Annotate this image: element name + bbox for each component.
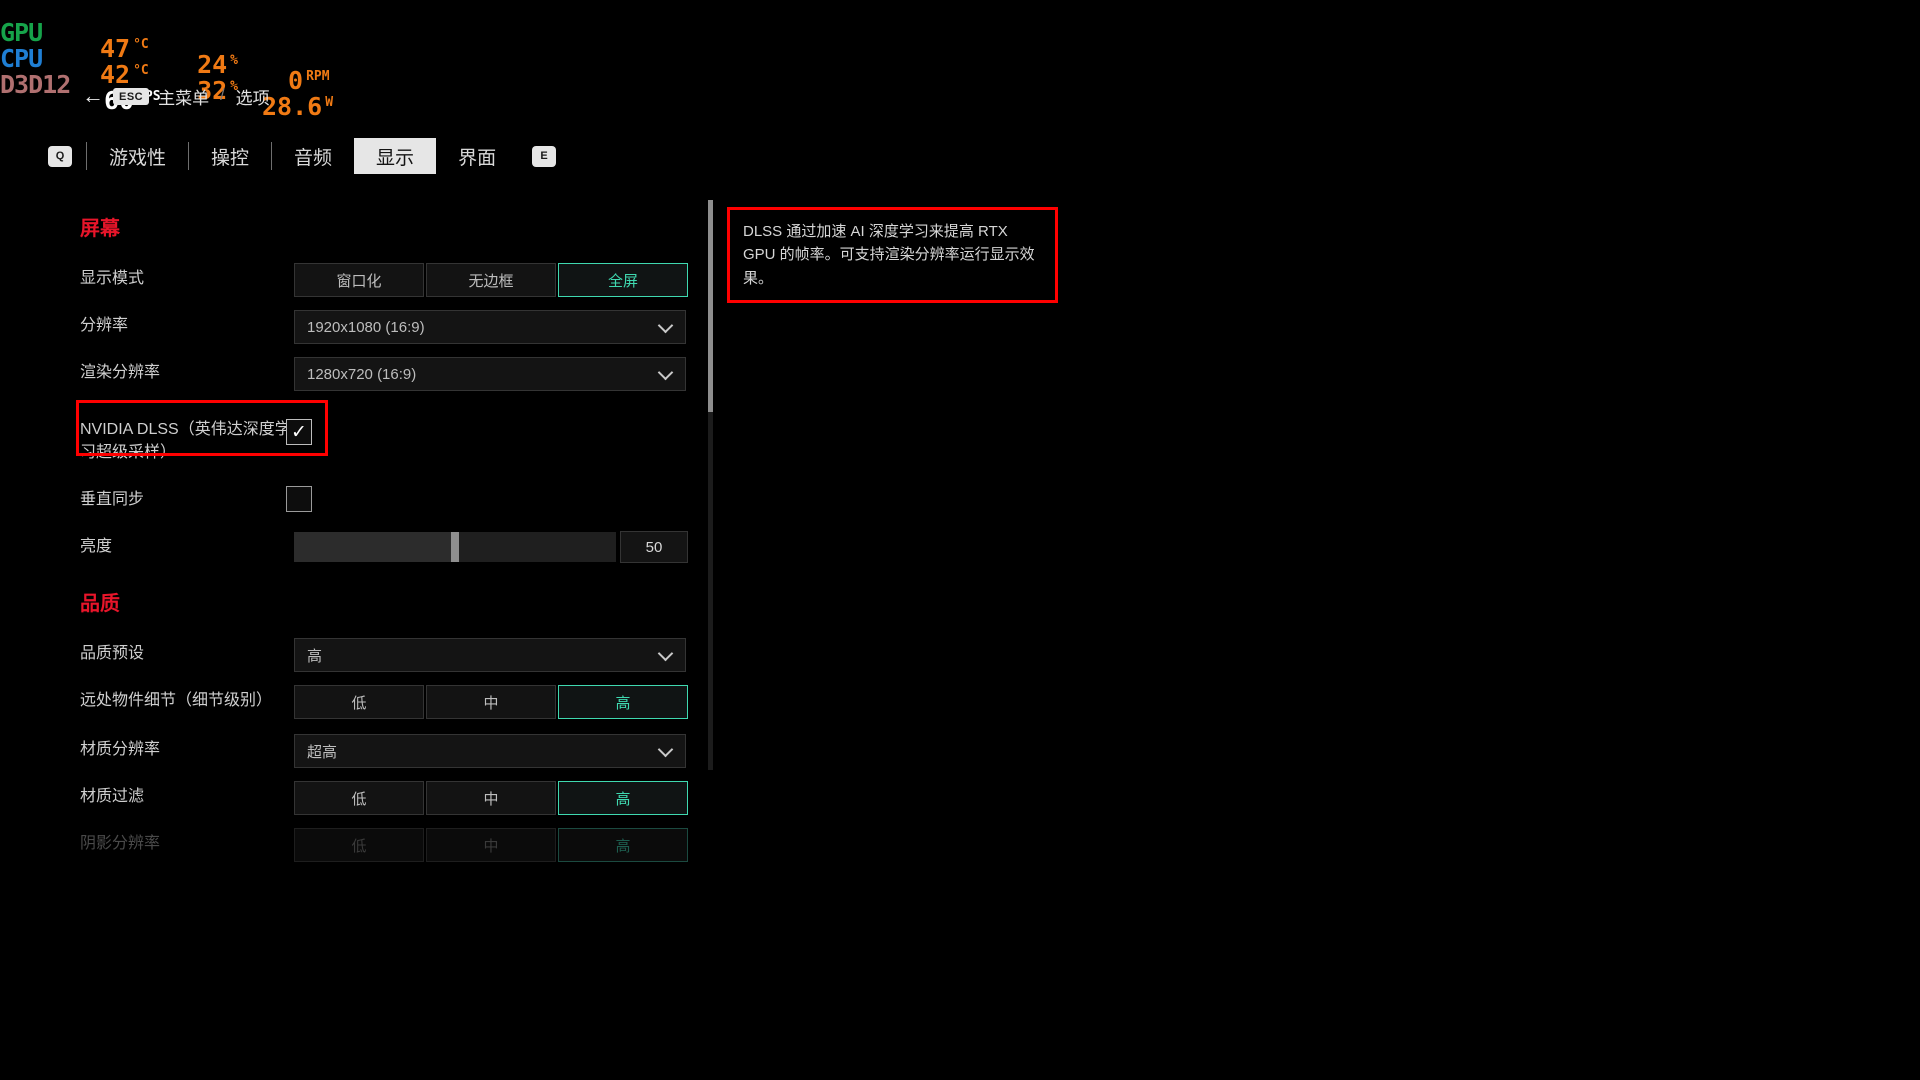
shadow-resolution-segmented-control: 低 中 高 — [294, 828, 690, 863]
chevron-down-icon — [657, 646, 674, 662]
overlay-row-api: D3D12 60FPS — [0, 56, 400, 113]
shadow-resolution-option-high[interactable]: 高 — [558, 828, 688, 863]
section-title-screen: 屏幕 — [80, 218, 120, 240]
settings-tabbar: Q 游戏性 操控 音频 显示 界面 E — [48, 138, 557, 174]
chevron-down-icon — [657, 364, 674, 381]
setting-label-display-mode: 显示模式 — [80, 270, 145, 287]
brightness-slider[interactable] — [294, 532, 616, 563]
setting-label-nvidia-dlss: NVIDIA DLSS（英伟达深度学习超级采样） — [80, 421, 291, 462]
texture-resolution-dropdown[interactable]: 超高 — [294, 734, 686, 769]
breadcrumb-root[interactable]: 主菜单 — [158, 84, 209, 109]
display-mode-option-fullscreen[interactable]: 全屏 — [558, 263, 688, 297]
quality-preset-value: 高 — [307, 647, 323, 665]
section-title-quality: 品质 — [80, 593, 120, 616]
hardware-monitor-overlay: GPU 47 °C 24% 0 RPM CPU 42 °C 32% 28.6 W D3D… — [0, 0, 333, 119]
resolution-value: 1920x1080 (16:9) — [307, 318, 425, 336]
settings-scrollbar-thumb[interactable] — [708, 200, 713, 412]
nvidia-dlss-checkbox[interactable]: ✓ — [286, 419, 312, 445]
chevron-down-icon — [657, 742, 674, 758]
setting-label-resolution: 分辨率 — [80, 317, 129, 334]
breadcrumb-separator: / — [220, 87, 225, 104]
tab-prev-key-q[interactable]: Q — [48, 145, 72, 167]
level-of-detail-option-high[interactable]: 高 — [558, 685, 688, 720]
display-mode-option-windowed[interactable]: 窗口化 — [294, 263, 424, 297]
setting-label-shadow-resolution: 阴影分辨率 — [80, 835, 161, 853]
setting-row-nvidia-dlss: NVIDIA DLSS（英伟达深度学习超级采样） ✓ — [80, 413, 716, 464]
level-of-detail-option-low[interactable]: 低 — [294, 685, 424, 720]
setting-row-level-of-detail: 远处物件细节（细节级别） 低 中 高 — [80, 685, 716, 720]
resolution-dropdown[interactable]: 1920x1080 (16:9) — [294, 310, 686, 344]
setting-row-texture-resolution: 材质分辨率 超高 — [80, 734, 716, 769]
brightness-slider-knob[interactable] — [451, 532, 459, 563]
overlay-row-cpu: CPU 42 °C 32% 28.6 W — [0, 30, 400, 119]
setting-label-texture-resolution: 材质分辨率 — [80, 741, 161, 759]
texture-filtering-option-low[interactable]: 低 — [294, 781, 424, 816]
setting-label-level-of-detail: 远处物件细节（细节级别） — [80, 692, 273, 710]
setting-row-vsync: 垂直同步 — [80, 484, 716, 513]
setting-row-brightness: 亮度 50 — [80, 531, 716, 564]
setting-row-render-resolution: 渲染分辨率 1280x720 (16:9) — [80, 357, 716, 391]
overlay-label-api: D3D12 — [0, 70, 71, 99]
overlay-row-gpu: GPU 47 °C 24% 0 RPM — [0, 4, 400, 93]
display-settings-panel: 屏幕 显示模式 窗口化 无边框 全屏 分辨率 1920x1080 (16:9) … — [0, 196, 716, 866]
tab-display[interactable]: 显示 — [354, 138, 437, 174]
setting-row-shadow-resolution: 阴影分辨率 低 中 高 — [80, 828, 716, 863]
setting-label-quality-preset: 品质预设 — [80, 645, 145, 663]
tab-interface[interactable]: 界面 — [436, 138, 518, 174]
texture-filtering-segmented-control: 低 中 高 — [294, 781, 690, 816]
back-arrow-icon[interactable]: ← — [82, 85, 104, 107]
overlay-cpu-power: 28.6 W — [262, 92, 334, 121]
vsync-checkbox[interactable] — [286, 486, 312, 513]
breadcrumb-current: 选项 — [235, 88, 270, 108]
setting-row-texture-filtering: 材质过滤 低 中 高 — [80, 781, 716, 816]
tab-gameplay[interactable]: 游戏性 — [87, 138, 188, 174]
esc-key-badge: ESC — [113, 87, 150, 105]
texture-filtering-option-medium[interactable]: 中 — [426, 781, 556, 816]
display-mode-option-borderless[interactable]: 无边框 — [426, 263, 556, 297]
brightness-slider-fill — [294, 532, 455, 563]
setting-label-texture-filtering: 材质过滤 — [80, 788, 145, 806]
settings-scrollbar[interactable] — [708, 200, 713, 770]
setting-label-brightness: 亮度 — [80, 538, 113, 556]
tab-next-key-e[interactable]: E — [532, 145, 557, 167]
setting-label-vsync: 垂直同步 — [80, 491, 145, 509]
setting-row-resolution: 分辨率 1920x1080 (16:9) — [80, 310, 716, 344]
breadcrumb: ← ESC 主菜单 / 选项 — [82, 84, 270, 108]
display-mode-segmented-control: 窗口化 无边框 全屏 — [294, 263, 690, 297]
tab-audio[interactable]: 音频 — [272, 138, 354, 174]
texture-filtering-option-high[interactable]: 高 — [558, 781, 688, 816]
dlss-description-text: DLSS 通过加速 AI 深度学习来提高 RTX GPU 的帧率。可支持渲染分辨… — [743, 223, 1035, 287]
tab-controls[interactable]: 操控 — [189, 138, 271, 174]
shadow-resolution-option-low[interactable]: 低 — [294, 828, 424, 863]
quality-preset-dropdown[interactable]: 高 — [294, 638, 686, 673]
level-of-detail-option-medium[interactable]: 中 — [426, 685, 556, 720]
setting-label-render-resolution: 渲染分辨率 — [80, 364, 161, 381]
shadow-resolution-option-medium[interactable]: 中 — [426, 828, 556, 863]
setting-row-quality-preset: 品质预设 高 — [80, 638, 716, 673]
chevron-down-icon — [657, 317, 674, 334]
brightness-value[interactable]: 50 — [620, 531, 688, 564]
render-resolution-value: 1280x720 (16:9) — [307, 365, 417, 383]
dlss-description-tooltip: DLSS 通过加速 AI 深度学习来提高 RTX GPU 的帧率。可支持渲染分辨… — [727, 207, 1058, 303]
render-resolution-dropdown[interactable]: 1280x720 (16:9) — [294, 357, 686, 391]
level-of-detail-segmented-control: 低 中 高 — [294, 685, 690, 720]
texture-resolution-value: 超高 — [307, 743, 338, 761]
setting-row-display-mode: 显示模式 窗口化 无边框 全屏 — [80, 263, 716, 297]
